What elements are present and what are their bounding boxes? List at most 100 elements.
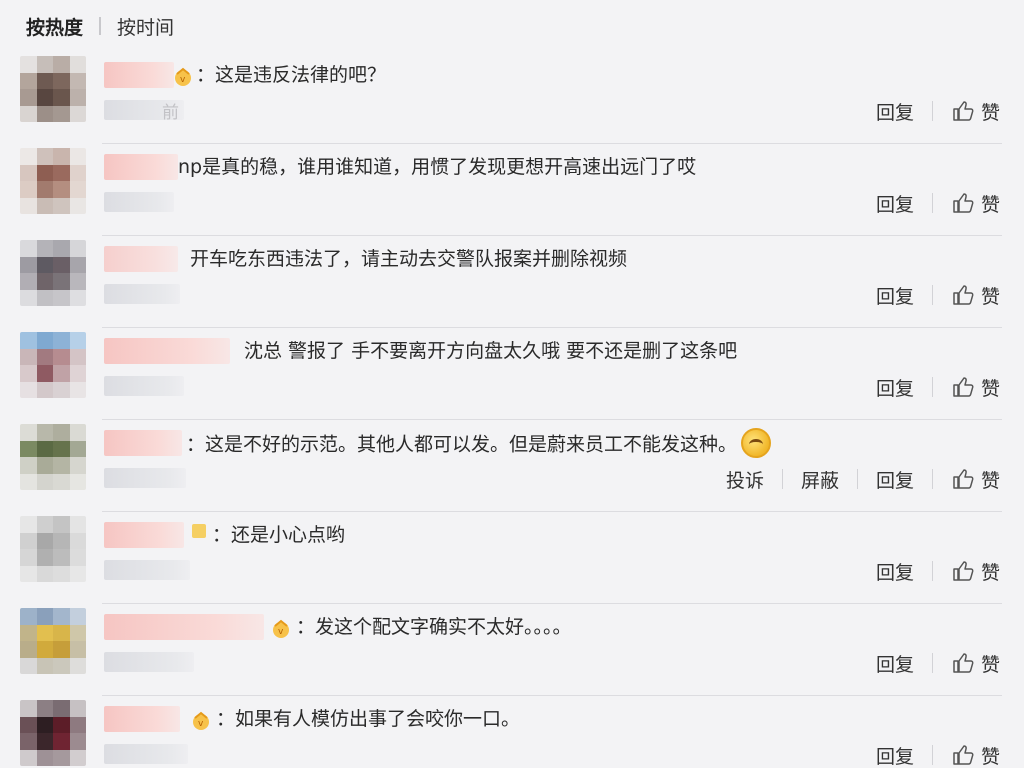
username-blurred[interactable] (104, 614, 264, 640)
username-blurred[interactable] (104, 62, 174, 88)
timestamp-blurred (104, 284, 180, 304)
comment-actions: 回复 赞 (876, 98, 1000, 124)
username-blurred[interactable] (104, 430, 182, 456)
comment-item: 沈总 警报了 手不要离开方向盘太久哦 要不还是删了这条吧 回复 赞 (0, 328, 1024, 420)
avatar[interactable] (20, 148, 86, 214)
comment-text: ：这是不好的示范。其他人都可以发。但是蔚来员工不能发这种。 (186, 428, 772, 460)
timestamp-suffix: 前 (162, 103, 179, 123)
avatar[interactable] (20, 240, 86, 306)
timestamp-blurred (104, 744, 188, 764)
like-button[interactable]: 赞 (951, 98, 1000, 125)
thumbs-up-icon (953, 745, 974, 765)
comment-item: ：还是小心点哟 回复 赞 (0, 512, 1024, 604)
timestamp-blurred (104, 468, 186, 488)
comment-actions: 回复 赞 (876, 282, 1000, 308)
reply-button[interactable]: 回复 (876, 190, 914, 217)
thumbs-up-icon (953, 193, 974, 213)
comment-item: np是真的稳，谁用谁知道，用惯了发现更想开高速出远门了哎 回复 赞 (0, 144, 1024, 236)
thumbs-up-icon (953, 653, 974, 673)
action-divider (931, 653, 933, 673)
action-divider (856, 469, 858, 489)
avatar[interactable] (20, 608, 86, 674)
reply-button[interactable]: 回复 (876, 282, 914, 309)
like-button[interactable]: 赞 (951, 650, 1000, 677)
timestamp-blurred (104, 652, 194, 672)
sort-divider (99, 17, 102, 35)
comment-text: 开车吃东西违法了，请主动去交警队报案并删除视频 (190, 248, 628, 270)
action-divider (931, 745, 933, 765)
crying-laugh-emoji-icon (741, 428, 772, 458)
username-blurred[interactable] (104, 154, 178, 180)
like-label: 赞 (980, 653, 1000, 676)
comment-actions: 回复 赞 (876, 190, 1000, 216)
thumbs-up-icon (953, 561, 974, 581)
like-label: 赞 (980, 377, 1000, 400)
username-blurred[interactable] (104, 246, 178, 272)
timestamp-blurred (104, 560, 190, 580)
timestamp-blurred (104, 376, 184, 396)
member-badge-icon: v (175, 67, 191, 86)
reply-button[interactable]: 回复 (876, 742, 914, 768)
like-label: 赞 (980, 193, 1000, 216)
like-button[interactable]: 赞 (951, 282, 1000, 309)
thumbs-up-icon (953, 469, 974, 489)
block-button[interactable]: 屏蔽 (801, 466, 839, 493)
svg-text:v: v (198, 719, 204, 729)
reply-button[interactable]: 回复 (876, 650, 914, 677)
report-button[interactable]: 投诉 (726, 466, 764, 493)
svg-text:v: v (180, 75, 186, 85)
sort-bar: 按热度 按时间 (0, 0, 1024, 52)
action-divider (931, 193, 933, 213)
comment-item: v ：如果有人模仿出事了会咬你一口。 回复 赞 (0, 696, 1024, 768)
comment-list: v ：这是违反法律的吧？ 前 回复 赞 np是真的稳，谁用谁知道，用惯了发现更想… (0, 52, 1024, 768)
like-label: 赞 (980, 285, 1000, 308)
comment-item: v ：这是违反法律的吧？ 前 回复 赞 (0, 52, 1024, 144)
action-divider (931, 285, 933, 305)
comment-item: ：这是不好的示范。其他人都可以发。但是蔚来员工不能发这种。 投诉 屏蔽 回复 赞 (0, 420, 1024, 512)
like-button[interactable]: 赞 (951, 558, 1000, 585)
thumbs-up-icon (953, 101, 974, 121)
svg-text:v: v (278, 627, 284, 637)
thumbs-up-icon (953, 285, 974, 305)
like-button[interactable]: 赞 (951, 742, 1000, 768)
comment-item: 开车吃东西违法了，请主动去交警队报案并删除视频 回复 赞 (0, 236, 1024, 328)
like-button[interactable]: 赞 (951, 190, 1000, 217)
avatar[interactable] (20, 700, 86, 766)
action-divider (931, 561, 933, 581)
like-label: 赞 (980, 561, 1000, 584)
timestamp-blurred (104, 192, 174, 212)
comment-item: v ：发这个配文字确实不太好。。。。 回复 赞 (0, 604, 1024, 696)
action-divider (931, 469, 933, 489)
reply-button[interactable]: 回复 (876, 558, 914, 585)
action-divider (781, 469, 783, 489)
member-badge-icon: v (273, 619, 289, 638)
reply-button[interactable]: 回复 (876, 374, 914, 401)
comment-text: np是真的稳，谁用谁知道，用惯了发现更想开高速出远门了哎 (178, 156, 697, 178)
like-button[interactable]: 赞 (951, 374, 1000, 401)
action-divider (931, 377, 933, 397)
like-label: 赞 (980, 469, 1000, 492)
action-divider (931, 101, 933, 121)
username-blurred[interactable] (104, 338, 230, 364)
like-label: 赞 (980, 101, 1000, 124)
sort-by-hot-tab[interactable]: 按热度 (26, 13, 83, 40)
avatar[interactable] (20, 332, 86, 398)
comment-text: 沈总 警报了 手不要离开方向盘太久哦 要不还是删了这条吧 (244, 340, 738, 362)
comment-actions: 回复 赞 (876, 742, 1000, 768)
comment-text: ：这是违反法律的吧？ (196, 64, 387, 86)
reply-button[interactable]: 回复 (876, 466, 914, 493)
sort-by-time-tab[interactable]: 按时间 (117, 13, 174, 40)
avatar[interactable] (20, 56, 86, 122)
like-button[interactable]: 赞 (951, 466, 1000, 493)
avatar[interactable] (20, 424, 86, 490)
avatar[interactable] (20, 516, 86, 582)
member-badge-icon (192, 524, 206, 538)
like-label: 赞 (980, 745, 1000, 768)
comment-actions: 投诉 屏蔽 回复 赞 (726, 466, 1000, 492)
username-blurred[interactable] (104, 706, 180, 732)
comment-actions: 回复 赞 (876, 650, 1000, 676)
reply-button[interactable]: 回复 (876, 98, 914, 125)
username-blurred[interactable] (104, 522, 184, 548)
thumbs-up-icon (953, 377, 974, 397)
comment-text: ：如果有人模仿出事了会咬你一口。 (216, 708, 521, 730)
